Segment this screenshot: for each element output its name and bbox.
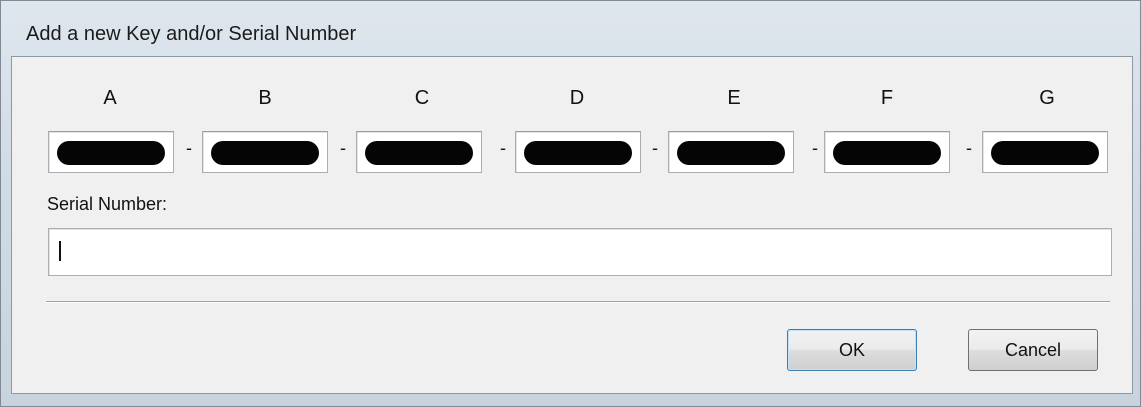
key-field-g[interactable] xyxy=(982,131,1108,173)
window-title: Add a new Key and/or Serial Number xyxy=(26,23,357,45)
redaction-mark xyxy=(365,141,473,165)
key-field-e[interactable] xyxy=(668,131,794,173)
redaction-mark xyxy=(57,141,165,165)
key-separator: - xyxy=(500,138,506,158)
redaction-mark xyxy=(524,141,632,165)
dialog-body: A B C D E F G - - - - - - Serial Number:… xyxy=(11,56,1133,394)
serial-number-label: Serial Number: xyxy=(47,194,168,214)
column-label-e: E xyxy=(727,87,741,109)
dialog-window: Add a new Key and/or Serial Number A B C… xyxy=(0,0,1141,407)
key-field-c[interactable] xyxy=(356,131,482,173)
column-label-a: A xyxy=(103,87,117,109)
text-caret xyxy=(59,241,61,261)
key-separator: - xyxy=(186,138,192,158)
column-label-b: B xyxy=(258,87,272,109)
key-field-b[interactable] xyxy=(202,131,328,173)
key-field-f[interactable] xyxy=(824,131,950,173)
redaction-mark xyxy=(677,141,785,165)
column-label-d: D xyxy=(569,87,585,109)
redaction-mark xyxy=(833,141,941,165)
redaction-mark xyxy=(211,141,319,165)
key-field-a[interactable] xyxy=(48,131,174,173)
redaction-mark xyxy=(991,141,1099,165)
divider xyxy=(46,301,1110,303)
cancel-button[interactable]: Cancel xyxy=(968,329,1098,371)
column-label-c: C xyxy=(414,87,430,109)
column-label-g: G xyxy=(1039,87,1055,109)
column-label-f: F xyxy=(880,87,894,109)
key-separator: - xyxy=(966,138,972,158)
key-field-d[interactable] xyxy=(515,131,641,173)
key-separator: - xyxy=(340,138,346,158)
serial-number-input[interactable] xyxy=(48,228,1112,276)
key-separator: - xyxy=(812,138,818,158)
key-separator: - xyxy=(652,138,658,158)
ok-button[interactable]: OK xyxy=(787,329,917,371)
